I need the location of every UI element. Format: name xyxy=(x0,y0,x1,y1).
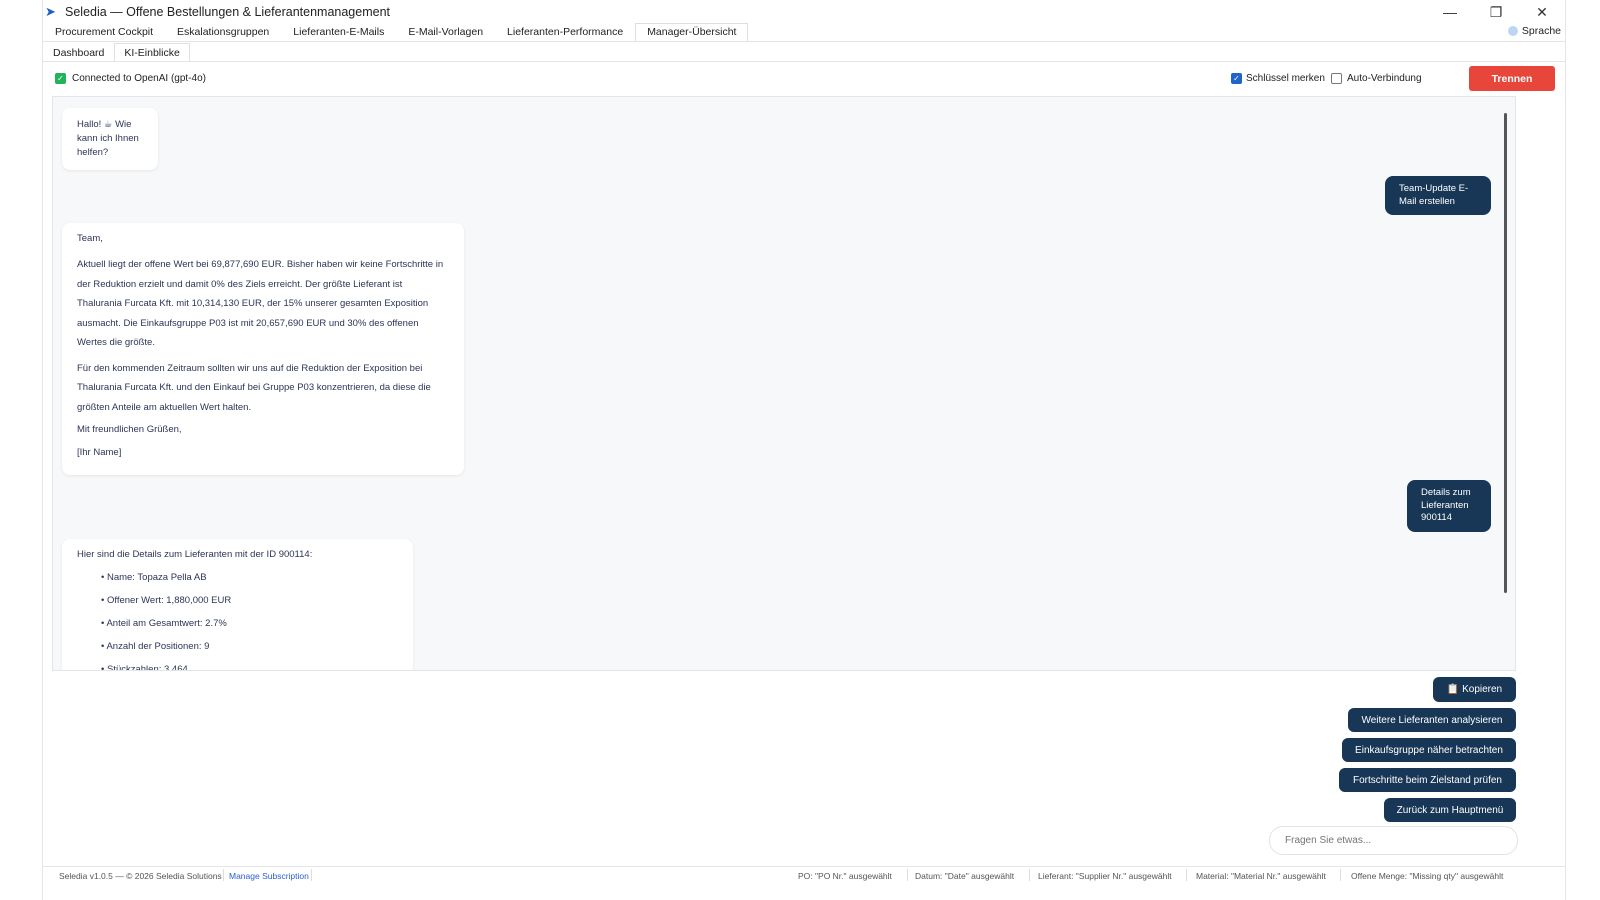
app-logo-icon: ➤ xyxy=(45,4,56,19)
user-message-bubble: Team-Update E-Mail erstellen xyxy=(1385,176,1491,215)
tab-procurement-cockpit[interactable]: Procurement Cockpit xyxy=(43,23,165,41)
email-paragraph: Für den kommenden Zeitraum sollten wir u… xyxy=(77,362,431,413)
status-divider xyxy=(907,869,908,881)
chat-panel[interactable]: Hallo! ☕ Wie kann ich Ihnen helfen? Team… xyxy=(52,96,1516,671)
list-item: Anzahl der Positionen: 9 xyxy=(101,640,398,654)
details-list: Name: Topaza Pella AB Offener Wert: 1,88… xyxy=(77,571,398,670)
greeting-text: Hallo! ☕ Wie kann ich Ihnen helfen? xyxy=(77,119,139,158)
subtab-divider xyxy=(43,61,1565,62)
suggestion-button[interactable]: Zurück zum Hauptmenü xyxy=(1384,798,1516,822)
email-salutation: Team, xyxy=(77,233,103,244)
connected-check-icon: ✓ xyxy=(55,73,66,84)
minimize-button[interactable]: — xyxy=(1427,0,1473,24)
suggestion-button[interactable]: Weitere Lieferanten analysieren xyxy=(1348,708,1516,732)
email-closing: Mit freundlichen Grüßen, xyxy=(77,424,182,435)
subtab-ki-einblicke[interactable]: KI-Einblicke xyxy=(114,43,190,62)
chat-scrollbar[interactable] xyxy=(1504,113,1507,593)
status-divider xyxy=(223,869,224,881)
connection-bar: ✓ Connected to OpenAI (gpt-4o) ✓ Schlüss… xyxy=(43,64,1565,94)
tab-email-vorlagen[interactable]: E-Mail-Vorlagen xyxy=(396,23,495,41)
disconnect-button[interactable]: Trennen xyxy=(1469,66,1555,91)
tab-lieferanten-emails[interactable]: Lieferanten-E-Mails xyxy=(281,23,396,41)
copy-button[interactable]: 📋 Kopieren xyxy=(1433,677,1516,702)
main-tabs: Procurement Cockpit Eskalationsgruppen L… xyxy=(43,23,1565,42)
status-quantity: Offene Menge: "Missing qty" ausgewählt xyxy=(1351,871,1504,881)
assistant-greeting-bubble: Hallo! ☕ Wie kann ich Ihnen helfen? xyxy=(62,108,158,170)
restore-button[interactable]: ❐ xyxy=(1473,0,1519,24)
globe-icon xyxy=(1507,26,1518,36)
status-bar: Seledia v1.0.5 — © 2026 Seledia Solution… xyxy=(43,866,1565,884)
list-item: Anteil am Gesamtwert: 2.7% xyxy=(101,617,398,631)
close-button[interactable]: ✕ xyxy=(1519,0,1565,24)
sub-tabs: Dashboard KI-Einblicke xyxy=(43,43,190,62)
suggestion-button[interactable]: Fortschritte beim Zielstand prüfen xyxy=(1339,768,1516,792)
tab-lieferanten-performance[interactable]: Lieferanten-Performance xyxy=(495,23,635,41)
chat-input[interactable] xyxy=(1269,826,1518,855)
subtab-dashboard[interactable]: Dashboard xyxy=(43,43,114,62)
window-title: Seledia — Offene Bestellungen & Lieferan… xyxy=(65,5,390,19)
suggestion-button[interactable]: Einkaufsgruppe näher betrachten xyxy=(1342,738,1516,762)
status-divider xyxy=(1029,869,1030,881)
language-selector[interactable]: Sprache xyxy=(1507,25,1561,37)
connection-status: Connected to OpenAI (gpt-4o) xyxy=(72,73,206,84)
list-item: Name: Topaza Pella AB xyxy=(101,571,398,585)
tab-manager-uebersicht[interactable]: Manager-Übersicht xyxy=(635,23,749,41)
auto-connect-checkbox[interactable] xyxy=(1331,73,1342,84)
user-message-bubble: Details zum Lieferanten 900114 xyxy=(1407,480,1491,532)
status-divider xyxy=(311,869,312,881)
status-date: Datum: "Date" ausgewählt xyxy=(915,871,1015,881)
version-text: Seledia v1.0.5 — © 2026 Seledia Solution… xyxy=(59,871,222,881)
status-divider xyxy=(1340,869,1341,881)
manage-subscription-link[interactable]: Manage Subscription xyxy=(229,871,309,881)
status-divider xyxy=(1186,869,1187,881)
remember-key-label: Schlüssel merken xyxy=(1246,73,1325,84)
list-item: Offener Wert: 1,880,000 EUR xyxy=(101,594,398,608)
status-po: PO: "PO Nr." ausgewählt xyxy=(798,871,892,881)
assistant-details-bubble: Hier sind die Details zum Lieferanten mi… xyxy=(62,539,413,670)
remember-key-checkbox[interactable]: ✓ xyxy=(1231,73,1242,84)
language-label: Sprache xyxy=(1521,25,1561,37)
app-window: ➤ Seledia — Offene Bestellungen & Liefer… xyxy=(42,0,1566,900)
status-material: Material: "Material Nr." ausgewählt xyxy=(1196,871,1326,881)
auto-connect-label: Auto-Verbindung xyxy=(1347,73,1422,84)
assistant-email-bubble: Team, Aktuell liegt der offene Wert bei … xyxy=(62,223,464,475)
status-supplier: Lieferant: "Supplier Nr." ausgewählt xyxy=(1038,871,1172,881)
list-item: Stückzahlen: 3,464 xyxy=(101,663,398,670)
email-paragraph: Aktuell liegt der offene Wert bei 69,877… xyxy=(77,259,444,348)
title-bar: ➤ Seledia — Offene Bestellungen & Liefer… xyxy=(43,0,1565,24)
tab-eskalationsgruppen[interactable]: Eskalationsgruppen xyxy=(165,23,281,41)
email-signature: [Ihr Name] xyxy=(77,447,122,458)
details-intro: Hier sind die Details zum Lieferanten mi… xyxy=(77,549,313,560)
user-message-text: Team-Update E-Mail erstellen xyxy=(1399,183,1469,207)
window-controls: — ❐ ✕ xyxy=(1427,0,1565,24)
user-message-text: Details zum Lieferanten 900114 xyxy=(1421,487,1471,523)
